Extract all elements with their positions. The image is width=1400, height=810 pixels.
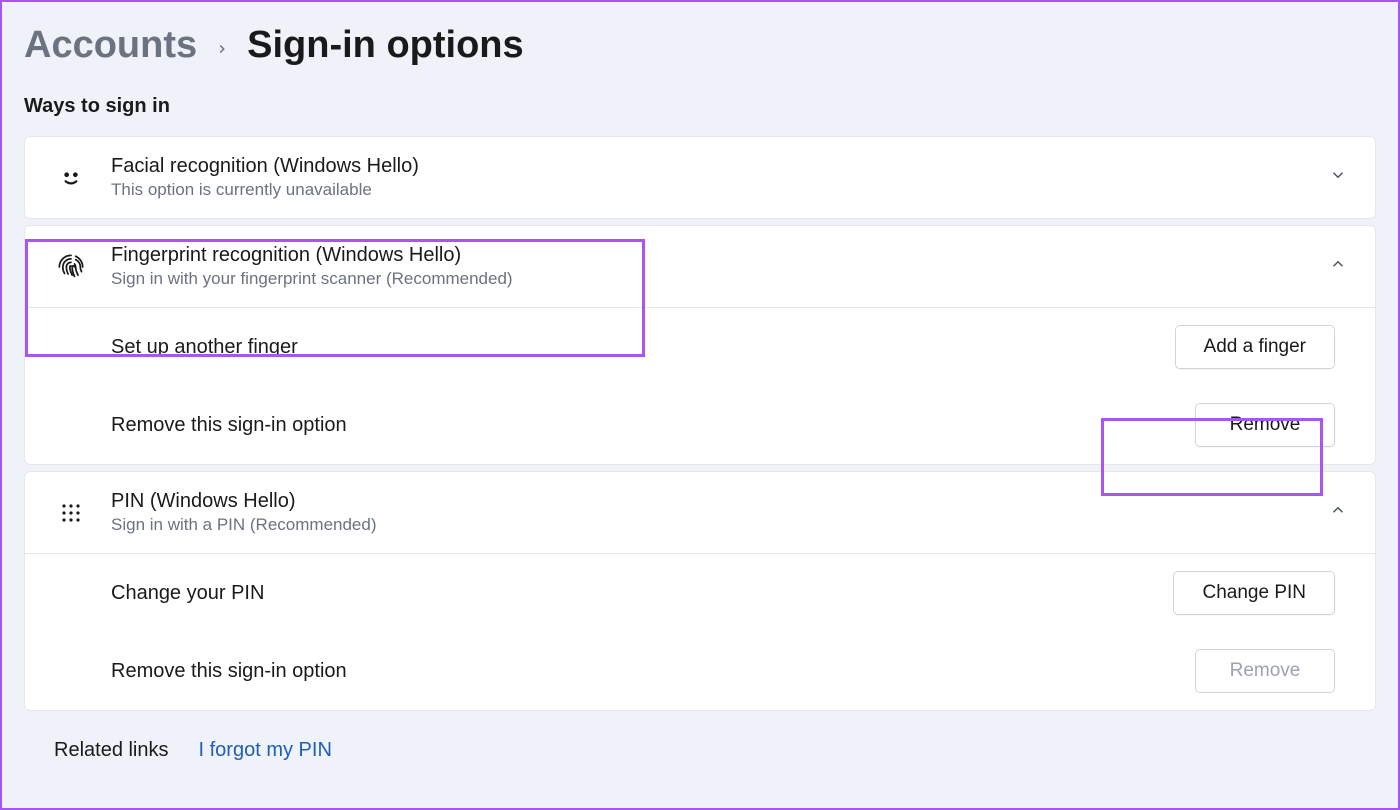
row-change-pin: Change your PIN Change PIN <box>25 554 1375 632</box>
section-heading: Ways to sign in <box>24 95 1376 118</box>
breadcrumb: Accounts Sign-in options <box>24 24 1376 67</box>
card-body-fingerprint: Set up another finger Add a finger Remov… <box>25 307 1375 464</box>
breadcrumb-parent[interactable]: Accounts <box>24 24 197 67</box>
card-body-pin: Change your PIN Change PIN Remove this s… <box>25 553 1375 710</box>
related-links: Related links I forgot my PIN <box>24 717 1376 762</box>
card-pin: PIN (Windows Hello) Sign in with a PIN (… <box>24 471 1376 711</box>
label-remove-pin: Remove this sign-in option <box>111 660 1195 683</box>
fingerprint-icon <box>55 251 87 283</box>
remove-pin-button: Remove <box>1195 649 1335 693</box>
card-header-facial[interactable]: Facial recognition (Windows Hello) This … <box>25 137 1375 218</box>
forgot-pin-link[interactable]: I forgot my PIN <box>199 739 332 762</box>
card-text-pin: PIN (Windows Hello) Sign in with a PIN (… <box>111 490 1329 535</box>
chevron-up-icon <box>1329 255 1347 278</box>
card-fingerprint: Fingerprint recognition (Windows Hello) … <box>24 225 1376 465</box>
card-title-facial: Facial recognition (Windows Hello) <box>111 155 1329 178</box>
card-title-pin: PIN (Windows Hello) <box>111 490 1329 513</box>
row-setup-finger: Set up another finger Add a finger <box>25 308 1375 386</box>
change-pin-button[interactable]: Change PIN <box>1173 571 1335 615</box>
card-header-fingerprint[interactable]: Fingerprint recognition (Windows Hello) … <box>25 226 1375 307</box>
card-text-facial: Facial recognition (Windows Hello) This … <box>111 155 1329 200</box>
chevron-down-icon <box>1329 166 1347 189</box>
card-subtitle-fingerprint: Sign in with your fingerprint scanner (R… <box>111 269 1329 289</box>
label-setup-finger: Set up another finger <box>111 336 1175 359</box>
chevron-right-icon <box>215 35 229 63</box>
card-text-fingerprint: Fingerprint recognition (Windows Hello) … <box>111 244 1329 289</box>
chevron-up-icon <box>1329 501 1347 524</box>
card-header-pin[interactable]: PIN (Windows Hello) Sign in with a PIN (… <box>25 472 1375 553</box>
related-links-label: Related links <box>54 739 169 762</box>
card-subtitle-facial: This option is currently unavailable <box>111 180 1329 200</box>
page-title: Sign-in options <box>247 24 524 67</box>
keypad-icon <box>55 497 87 529</box>
face-icon <box>55 162 87 194</box>
label-remove-fingerprint: Remove this sign-in option <box>111 414 1195 437</box>
card-facial-recognition: Facial recognition (Windows Hello) This … <box>24 136 1376 219</box>
add-finger-button[interactable]: Add a finger <box>1175 325 1335 369</box>
card-title-fingerprint: Fingerprint recognition (Windows Hello) <box>111 244 1329 267</box>
row-remove-pin: Remove this sign-in option Remove <box>25 632 1375 710</box>
row-remove-fingerprint: Remove this sign-in option Remove <box>25 386 1375 464</box>
label-change-pin: Change your PIN <box>111 582 1173 605</box>
card-subtitle-pin: Sign in with a PIN (Recommended) <box>111 515 1329 535</box>
remove-fingerprint-button[interactable]: Remove <box>1195 403 1335 447</box>
